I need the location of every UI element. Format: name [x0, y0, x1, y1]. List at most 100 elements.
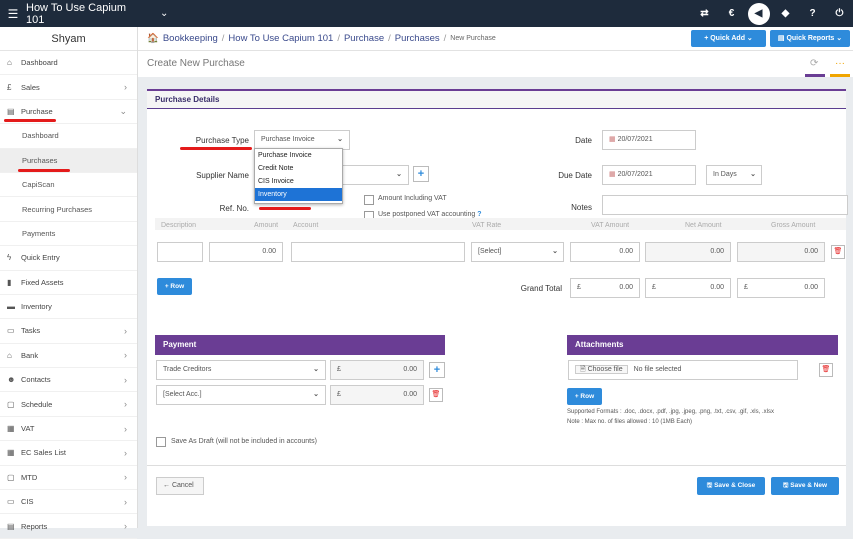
- file-input[interactable]: 🗎 Choose file No file selected: [568, 360, 798, 380]
- sidebar-item-reports[interactable]: ▤ Reports ›: [0, 514, 137, 539]
- description-input[interactable]: [157, 242, 203, 262]
- sidebar-item-vat[interactable]: ▦ VAT ›: [0, 417, 137, 442]
- chevron-right-icon: ›: [124, 447, 127, 458]
- add-payment-button[interactable]: +: [429, 362, 445, 378]
- quick-add-button[interactable]: + Quick Add ⌄: [691, 30, 766, 47]
- add-row-button[interactable]: + Row: [157, 278, 192, 295]
- sidebar-item-cis[interactable]: ▭ CIS ›: [0, 490, 137, 515]
- file-limit-note: Note : Max no. of files allowed : 10 (1M…: [567, 419, 693, 425]
- sidebar-item-ec-sales-list[interactable]: ▦ EC Sales List ›: [0, 441, 137, 466]
- sidebar-item-label: Dashboard: [21, 58, 58, 68]
- date-input[interactable]: ▦ 20/07/2021: [602, 130, 696, 150]
- col-description: Description: [161, 222, 197, 229]
- chevron-right-icon: ›: [124, 350, 127, 361]
- sidebar-item-contacts[interactable]: ☻ Contacts ›: [0, 368, 137, 393]
- payment-amount-input[interactable]: £0.00: [330, 360, 424, 380]
- option-purchase-invoice[interactable]: Purchase Invoice: [255, 149, 342, 162]
- sidebar-item-bank[interactable]: ⌂ Bank ›: [0, 344, 137, 369]
- calendar-icon: ▢: [7, 472, 15, 482]
- delete-attachment-icon[interactable]: 🗑: [819, 363, 833, 377]
- vat-rate-select[interactable]: [Select] ⌄: [471, 242, 564, 262]
- sidebar-item-label: Schedule: [21, 399, 53, 409]
- delete-row-icon[interactable]: 🗑: [831, 245, 845, 259]
- pound-icon: £: [7, 82, 12, 92]
- sidebar-subitem-capiscan[interactable]: CapiScan: [0, 173, 137, 198]
- chevron-down-icon[interactable]: ⌄: [160, 8, 168, 19]
- sidebar-item-label: Fixed Assets: [21, 277, 64, 287]
- payment-account-select-2[interactable]: [Select Acc.] ⌄: [156, 385, 326, 405]
- option-cis-invoice[interactable]: CIS Invoice: [255, 175, 342, 188]
- reports-icon: ▤: [7, 521, 15, 531]
- payment-account-select[interactable]: Trade Creditors ⌄: [156, 360, 326, 380]
- currency-icon[interactable]: €: [718, 8, 745, 19]
- calendar-icon: ▦: [609, 136, 618, 143]
- delete-payment-icon[interactable]: 🗑: [429, 388, 443, 402]
- choose-file-button[interactable]: 🗎 Choose file: [575, 365, 628, 374]
- grand-total-vat: £0.00: [570, 278, 640, 298]
- contacts-icon: ☻: [7, 375, 16, 385]
- col-account: Account: [293, 222, 319, 229]
- chevron-right-icon: ›: [124, 423, 127, 434]
- breadcrumb-item[interactable]: Purchase: [344, 33, 384, 44]
- breadcrumb-item[interactable]: Purchases: [395, 33, 440, 44]
- grand-total-label: Grand Total: [520, 284, 562, 293]
- page-title: Create New Purchase: [147, 58, 245, 69]
- save-new-button[interactable]: 🖫 Save & New: [771, 477, 839, 495]
- rocket-icon[interactable]: ◆: [772, 8, 799, 19]
- sidebar-item-sales[interactable]: £ Sales ›: [0, 75, 137, 100]
- home-icon[interactable]: 🏠: [147, 33, 159, 44]
- breadcrumb-current: New Purchase: [450, 35, 496, 42]
- chevron-right-icon: ›: [124, 496, 127, 507]
- due-mode-select[interactable]: In Days ⌄: [706, 165, 762, 185]
- sidebar-subitem-payments[interactable]: Payments: [0, 222, 137, 247]
- help-icon[interactable]: ?: [799, 8, 826, 19]
- sidebar-item-dashboard[interactable]: ⌂ Dashboard: [0, 51, 137, 76]
- sidebar-item-label: VAT: [21, 424, 35, 434]
- due-date-input[interactable]: ▦ 20/07/2021: [602, 165, 696, 185]
- sidebar-subitem-recurring[interactable]: Recurring Purchases: [0, 197, 137, 222]
- save-draft-checkbox[interactable]: [156, 437, 166, 447]
- megaphone-icon[interactable]: ◀: [745, 2, 772, 25]
- sidebar-item-label: MTD: [21, 472, 38, 482]
- sidebar-subitem-dashboard[interactable]: Dashboard: [0, 124, 137, 149]
- breadcrumb: 🏠 Bookkeeping / How To Use Capium 101/ Pu…: [138, 27, 853, 51]
- add-supplier-button[interactable]: +: [413, 166, 429, 182]
- save-close-button[interactable]: 🖫 Save & Close: [697, 477, 765, 495]
- breadcrumb-item[interactable]: How To Use Capium 101: [228, 33, 333, 44]
- option-credit-note[interactable]: Credit Note: [255, 162, 342, 175]
- sidebar-item-label: Tasks: [21, 326, 41, 336]
- transfer-icon[interactable]: ⇄: [691, 8, 718, 19]
- account-input[interactable]: [291, 242, 465, 262]
- power-icon[interactable]: ⏻: [826, 8, 853, 19]
- app-title: How To Use Capium 101: [26, 1, 127, 26]
- col-net-amount: Net Amount: [685, 222, 722, 229]
- add-attachment-row-button[interactable]: + Row: [567, 388, 602, 405]
- gross-amount-input: 0.00: [737, 242, 825, 262]
- tasks-icon: ▭: [7, 326, 15, 336]
- sidebar-item-inventory[interactable]: ▬ Inventory: [0, 295, 137, 320]
- bank-icon: ⌂: [7, 350, 12, 360]
- amount-including-vat-checkbox[interactable]: [364, 195, 374, 205]
- option-inventory[interactable]: Inventory: [255, 188, 342, 201]
- vat-amount-input[interactable]: 0.00: [570, 242, 640, 262]
- sidebar-item-tasks[interactable]: ▭ Tasks ›: [0, 319, 137, 344]
- building-icon: ▮: [7, 277, 12, 287]
- chevron-right-icon: ›: [124, 325, 127, 336]
- payment-amount-input-2[interactable]: £0.00: [330, 385, 424, 405]
- quick-reports-button[interactable]: ▤ Quick Reports ⌄: [770, 30, 850, 47]
- amount-input[interactable]: 0.00: [209, 242, 283, 262]
- cancel-button[interactable]: ← Cancel: [156, 477, 204, 495]
- calendar-icon: ▦: [609, 171, 618, 178]
- purchase-type-select[interactable]: Purchase Invoice ⌄: [254, 130, 350, 150]
- col-amount: Amount: [254, 222, 279, 229]
- notes-input[interactable]: [602, 195, 848, 215]
- sidebar-item-schedule[interactable]: ▢ Schedule ›: [0, 392, 137, 417]
- menu-icon[interactable]: ☰: [0, 7, 26, 21]
- sidebar-item-quick-entry[interactable]: ϟ Quick Entry: [0, 246, 137, 271]
- supported-formats: Supported Formats : .doc, .docx, .pdf, .…: [567, 409, 774, 415]
- sidebar-item-mtd[interactable]: ▢ MTD ›: [0, 466, 137, 491]
- sidebar-item-fixed-assets[interactable]: ▮ Fixed Assets: [0, 271, 137, 295]
- chevron-right-icon: ›: [124, 374, 127, 385]
- breadcrumb-item[interactable]: Bookkeeping: [163, 33, 218, 44]
- file-status: No file selected: [633, 366, 682, 373]
